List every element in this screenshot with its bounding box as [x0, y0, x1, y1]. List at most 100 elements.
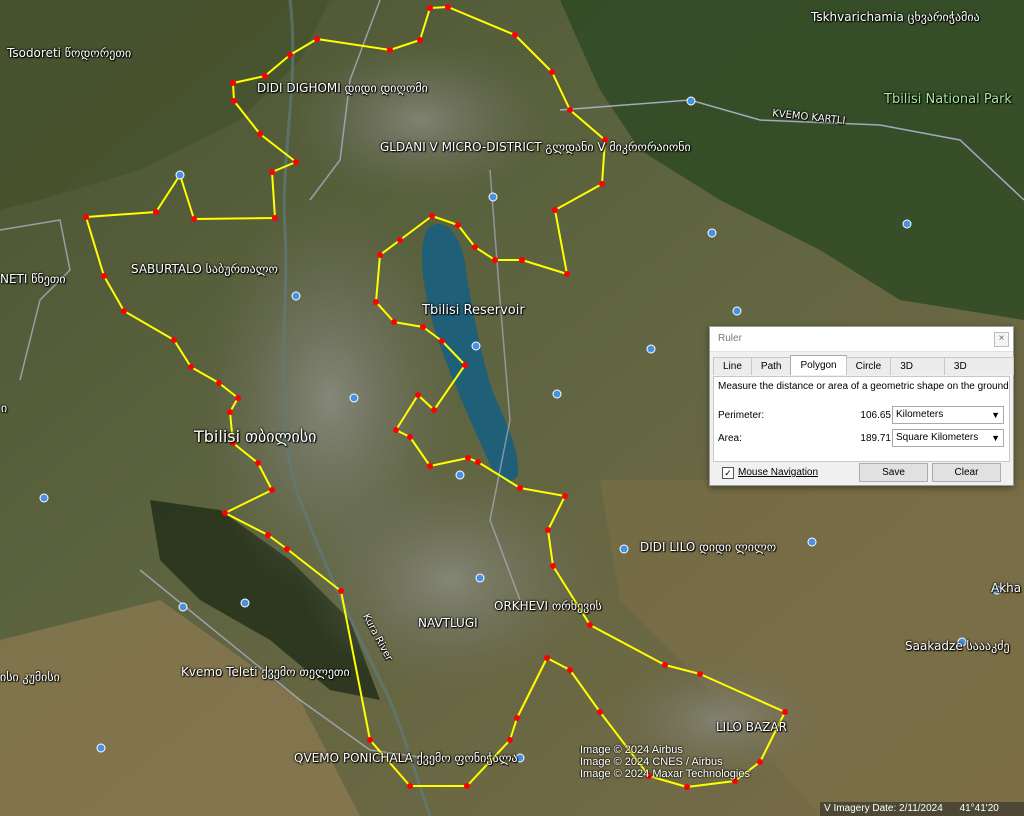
polygon-vertex[interactable]	[684, 784, 690, 790]
polygon-vertex[interactable]	[255, 460, 261, 466]
polygon-vertex[interactable]	[464, 783, 470, 789]
polygon-vertex[interactable]	[564, 271, 570, 277]
polygon-vertex[interactable]	[550, 563, 556, 569]
polygon-vertex[interactable]	[757, 759, 763, 765]
tab-3d-polygon[interactable]: 3D polygon	[943, 357, 1014, 389]
polygon-vertex[interactable]	[230, 440, 236, 446]
polygon-vertex[interactable]	[544, 655, 550, 661]
tab-circle[interactable]: Circle	[845, 357, 892, 375]
polygon-vertex[interactable]	[517, 485, 523, 491]
polygon-vertex[interactable]	[465, 455, 471, 461]
ruler-dialog[interactable]: Ruler × Line Path Polygon Circle 3D path…	[709, 326, 1014, 486]
place-marker-icon[interactable]	[471, 341, 481, 351]
perimeter-unit-select[interactable]: Kilometers ▼	[892, 406, 1004, 424]
place-marker-icon[interactable]	[488, 192, 498, 202]
polygon-vertex[interactable]	[287, 52, 293, 58]
place-marker-icon[interactable]	[291, 291, 301, 301]
place-marker-icon[interactable]	[732, 306, 742, 316]
polygon-vertex[interactable]	[417, 37, 423, 43]
polygon-vertex[interactable]	[83, 214, 89, 220]
polygon-vertex[interactable]	[153, 209, 159, 215]
tab-path[interactable]: Path	[750, 357, 792, 375]
polygon-vertex[interactable]	[231, 98, 237, 104]
place-marker-icon[interactable]	[686, 96, 696, 106]
polygon-vertex[interactable]	[439, 338, 445, 344]
place-marker-icon[interactable]	[475, 573, 485, 583]
polygon-vertex[interactable]	[445, 4, 451, 10]
polygon-vertex[interactable]	[272, 215, 278, 221]
polygon-vertex[interactable]	[393, 427, 399, 433]
polygon-vertex[interactable]	[407, 783, 413, 789]
polygon-vertex[interactable]	[265, 532, 271, 538]
place-marker-icon[interactable]	[175, 170, 185, 180]
polygon-vertex[interactable]	[377, 252, 383, 258]
place-marker-icon[interactable]	[992, 585, 1002, 595]
polygon-vertex[interactable]	[472, 244, 478, 250]
polygon-vertex[interactable]	[171, 337, 177, 343]
polygon-vertex[interactable]	[284, 546, 290, 552]
polygon-vertex[interactable]	[387, 47, 393, 53]
polygon-vertex[interactable]	[514, 715, 520, 721]
polygon-vertex[interactable]	[420, 324, 426, 330]
polygon-vertex[interactable]	[293, 159, 299, 165]
polygon-vertex[interactable]	[475, 459, 481, 465]
polygon-vertex[interactable]	[415, 392, 421, 398]
polygon-vertex[interactable]	[782, 709, 788, 715]
polygon-vertex[interactable]	[455, 222, 461, 228]
place-marker-icon[interactable]	[957, 637, 967, 647]
polygon-vertex[interactable]	[216, 380, 222, 386]
polygon-vertex[interactable]	[222, 510, 228, 516]
polygon-vertex[interactable]	[407, 434, 413, 440]
place-marker-icon[interactable]	[240, 598, 250, 608]
tab-3d-path[interactable]: 3D path	[890, 357, 945, 389]
place-marker-icon[interactable]	[807, 537, 817, 547]
polygon-vertex[interactable]	[519, 257, 525, 263]
place-marker-icon[interactable]	[646, 344, 656, 354]
polygon-vertex[interactable]	[662, 662, 668, 668]
place-marker-icon[interactable]	[515, 753, 525, 763]
polygon-vertex[interactable]	[549, 69, 555, 75]
clear-button[interactable]: Clear	[932, 463, 1001, 482]
polygon-vertex[interactable]	[697, 671, 703, 677]
polygon-vertex[interactable]	[227, 409, 233, 415]
polygon-vertex[interactable]	[397, 237, 403, 243]
polygon-vertex[interactable]	[545, 527, 551, 533]
polygon-vertex[interactable]	[587, 622, 593, 628]
polygon-vertex[interactable]	[391, 319, 397, 325]
mouse-navigation-checkbox[interactable]: ✓	[722, 467, 734, 479]
polygon-vertex[interactable]	[492, 257, 498, 263]
polygon-vertex[interactable]	[567, 107, 573, 113]
polygon-vertex[interactable]	[235, 395, 241, 401]
polygon-vertex[interactable]	[188, 364, 194, 370]
place-marker-icon[interactable]	[96, 743, 106, 753]
polygon-vertex[interactable]	[338, 588, 344, 594]
polygon-vertex[interactable]	[602, 137, 608, 143]
polygon-vertex[interactable]	[597, 709, 603, 715]
mouse-navigation-label[interactable]: Mouse Navigation	[738, 467, 818, 478]
place-marker-icon[interactable]	[455, 470, 465, 480]
polygon-vertex[interactable]	[269, 169, 275, 175]
polygon-vertex[interactable]	[262, 73, 268, 79]
polygon-vertex[interactable]	[121, 308, 127, 314]
polygon-vertex[interactable]	[427, 463, 433, 469]
save-button[interactable]: Save	[859, 463, 928, 482]
polygon-vertex[interactable]	[507, 737, 513, 743]
polygon-vertex[interactable]	[599, 181, 605, 187]
polygon-vertex[interactable]	[512, 32, 518, 38]
polygon-vertex[interactable]	[462, 362, 468, 368]
polygon-vertex[interactable]	[101, 273, 107, 279]
polygon-vertex[interactable]	[314, 36, 320, 42]
polygon-vertex[interactable]	[567, 667, 573, 673]
tab-line[interactable]: Line	[713, 357, 752, 375]
polygon-vertex[interactable]	[431, 407, 437, 413]
place-marker-icon[interactable]	[619, 544, 629, 554]
place-marker-icon[interactable]	[349, 393, 359, 403]
place-marker-icon[interactable]	[902, 219, 912, 229]
close-icon[interactable]: ×	[994, 332, 1009, 347]
polygon-vertex[interactable]	[367, 737, 373, 743]
area-unit-select[interactable]: Square Kilometers ▼	[892, 429, 1004, 447]
place-marker-icon[interactable]	[39, 493, 49, 503]
polygon-vertex[interactable]	[429, 213, 435, 219]
place-marker-icon[interactable]	[552, 389, 562, 399]
polygon-vertex[interactable]	[230, 80, 236, 86]
